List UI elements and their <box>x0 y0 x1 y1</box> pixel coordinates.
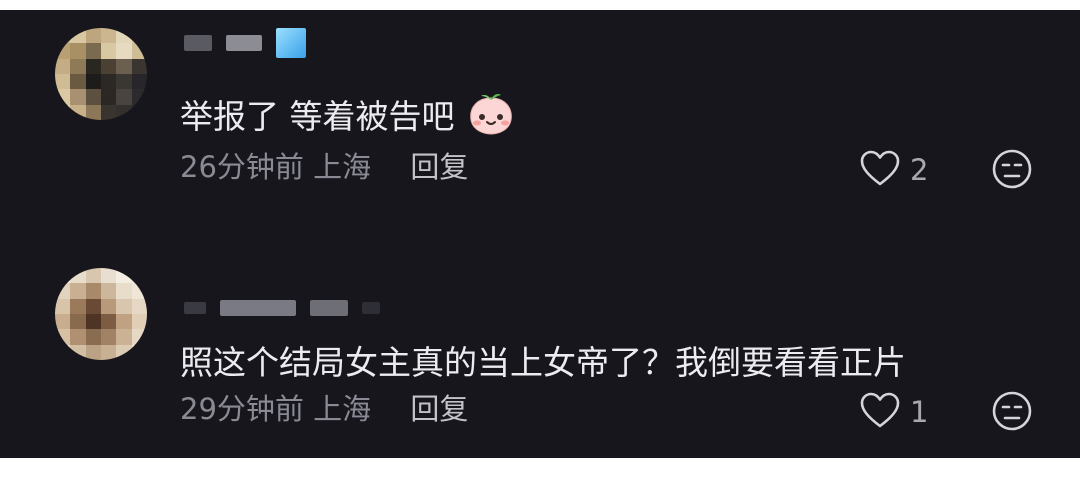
comment-text-content: 举报了 等着被告吧 <box>180 97 455 136</box>
comment-text: 举报了 等着被告吧 <box>180 92 515 145</box>
like-button[interactable]: 1 <box>858 390 928 434</box>
username-blurred[interactable] <box>184 297 380 319</box>
avatar[interactable] <box>55 28 147 120</box>
comment-meta: 29分钟前 上海 回复 <box>180 392 468 426</box>
comment-location: 上海 <box>313 150 372 184</box>
blurred-name-segment <box>362 302 380 314</box>
comment-text: 照这个结局女主真的当上女帝了？我倒要看看正片 <box>180 343 906 383</box>
heart-icon <box>858 390 902 434</box>
blurred-name-segment <box>220 300 296 316</box>
like-button[interactable]: 2 <box>858 148 928 192</box>
dislike-button[interactable] <box>990 389 1034 437</box>
username-blurred[interactable] <box>184 28 306 58</box>
comment-location: 上海 <box>313 392 372 426</box>
reply-button[interactable]: 回复 <box>410 392 468 426</box>
comment-item: 照这个结局女主真的当上女帝了？我倒要看看正片 29分钟前 上海 回复 1 <box>0 255 1080 455</box>
comment-time: 29分钟前 <box>180 392 304 426</box>
comment-meta: 26分钟前 上海 回复 <box>180 150 468 184</box>
meh-face-icon <box>990 149 1034 195</box>
dislike-button[interactable] <box>990 147 1034 195</box>
blurred-name-segment <box>310 300 348 316</box>
avatar[interactable] <box>55 268 147 360</box>
like-count: 2 <box>910 153 929 187</box>
peach-face-emoji <box>467 92 515 145</box>
meh-face-icon <box>990 391 1034 437</box>
comment-item: 举报了 等着被告吧 26分钟前 上海 回复 2 <box>0 10 1080 210</box>
blurred-name-segment <box>226 35 262 51</box>
reply-button[interactable]: 回复 <box>410 150 468 184</box>
blurred-name-segment <box>184 35 212 51</box>
comment-text-content: 照这个结局女主真的当上女帝了？我倒要看看正片 <box>180 343 906 382</box>
like-count: 1 <box>910 395 929 429</box>
comment-list: 举报了 等着被告吧 26分钟前 上海 回复 2 照这个结局女主真的当上女帝了？我… <box>0 10 1080 458</box>
comment-time: 26分钟前 <box>180 150 304 184</box>
blurred-badge <box>276 28 306 58</box>
heart-icon <box>858 148 902 192</box>
blurred-name-segment <box>184 302 206 314</box>
